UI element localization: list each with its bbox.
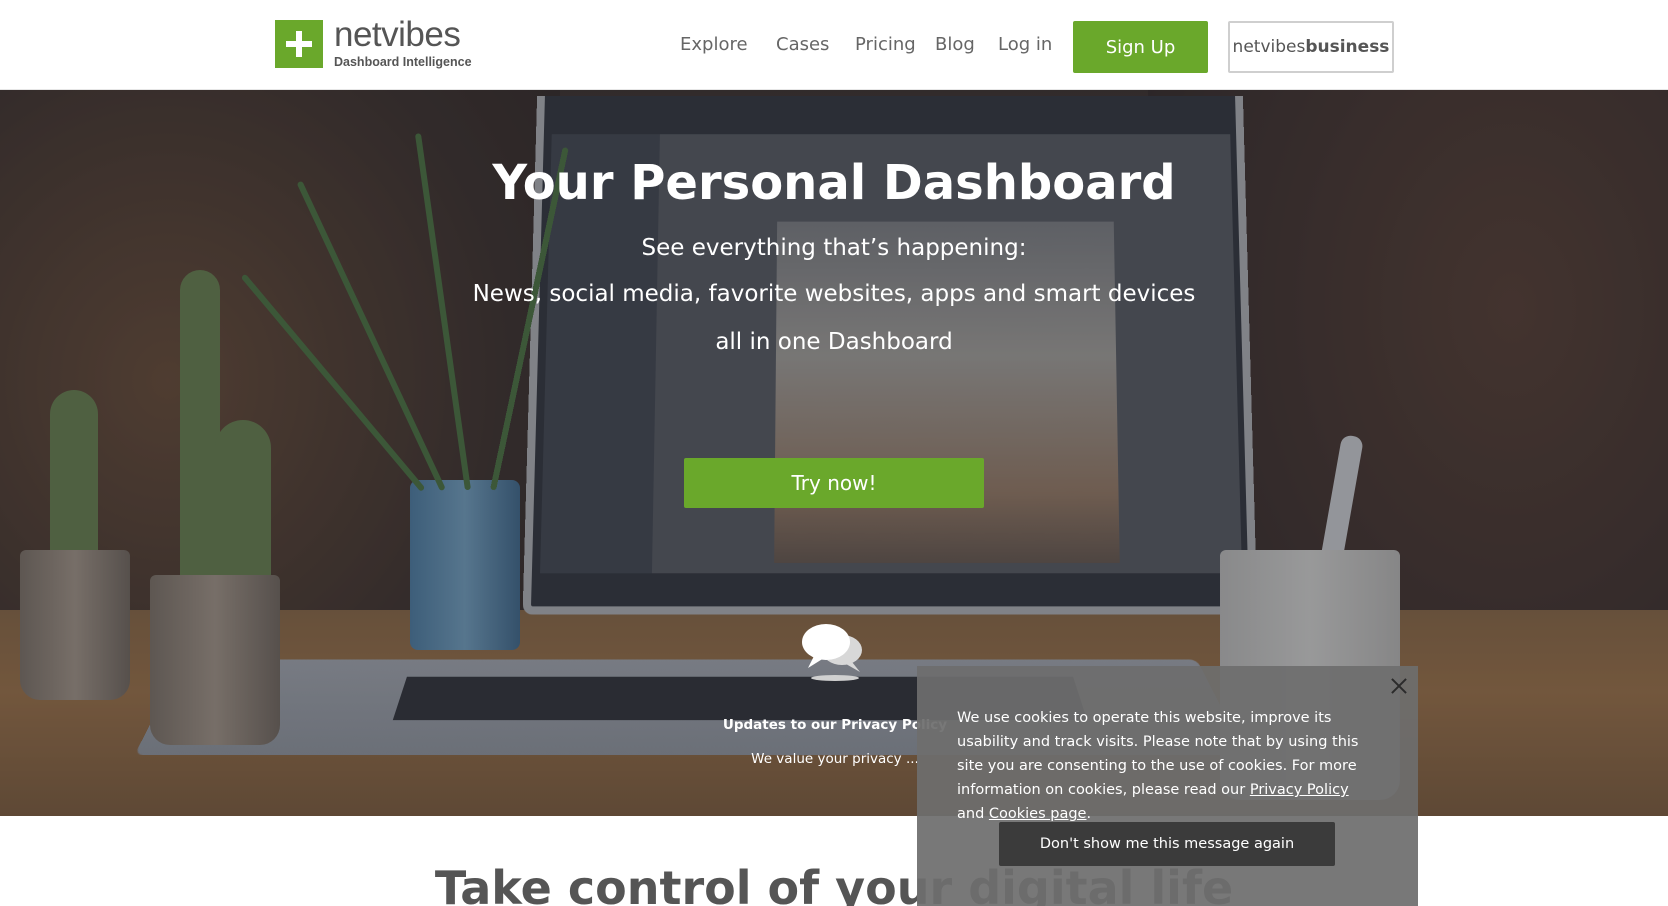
hero-subtitle-3: all in one Dashboard: [715, 329, 953, 355]
netvibes-logo[interactable]: netvibes Dashboard Intelligence: [275, 16, 472, 69]
netvibes-plus-logo-icon: [275, 20, 323, 68]
hero-subtitle-1: See everything that’s happening:: [641, 235, 1027, 261]
logo-tagline: Dashboard Intelligence: [334, 55, 472, 69]
dont-show-again-button[interactable]: Don't show me this message again: [999, 822, 1335, 866]
cookie-text-and: and: [957, 806, 985, 822]
hero-subtitle-2: News, social media, favorite websites, a…: [472, 281, 1196, 307]
cookie-text-end: .: [1086, 806, 1092, 822]
try-now-button[interactable]: Try now!: [684, 458, 984, 508]
business-prefix: netvibes: [1232, 37, 1306, 57]
nav-login[interactable]: Log in: [998, 34, 1052, 55]
nav-blog[interactable]: Blog: [935, 34, 975, 55]
nav-pricing[interactable]: Pricing: [855, 34, 916, 55]
nav-explore[interactable]: Explore: [680, 34, 748, 55]
cookie-banner: We use cookies to operate this website, …: [917, 666, 1418, 906]
close-icon[interactable]: [1389, 676, 1409, 696]
chat-bubbles-icon[interactable]: [800, 620, 870, 682]
sign-up-button[interactable]: Sign Up: [1073, 21, 1208, 73]
cookie-message: We use cookies to operate this website, …: [957, 706, 1377, 826]
logo-name: netvibes: [334, 15, 461, 54]
site-header: netvibes Dashboard Intelligence Explore …: [0, 0, 1668, 90]
logo-text: netvibes Dashboard Intelligence: [334, 15, 472, 70]
hero-title: Your Personal Dashboard: [492, 155, 1176, 211]
cookies-page-link[interactable]: Cookies page: [989, 806, 1087, 822]
nav-cases[interactable]: Cases: [776, 34, 829, 55]
netvibes-business-button[interactable]: netvibes business: [1228, 21, 1394, 73]
business-bold: business: [1305, 37, 1390, 57]
privacy-policy-link[interactable]: Privacy Policy: [1250, 782, 1349, 798]
